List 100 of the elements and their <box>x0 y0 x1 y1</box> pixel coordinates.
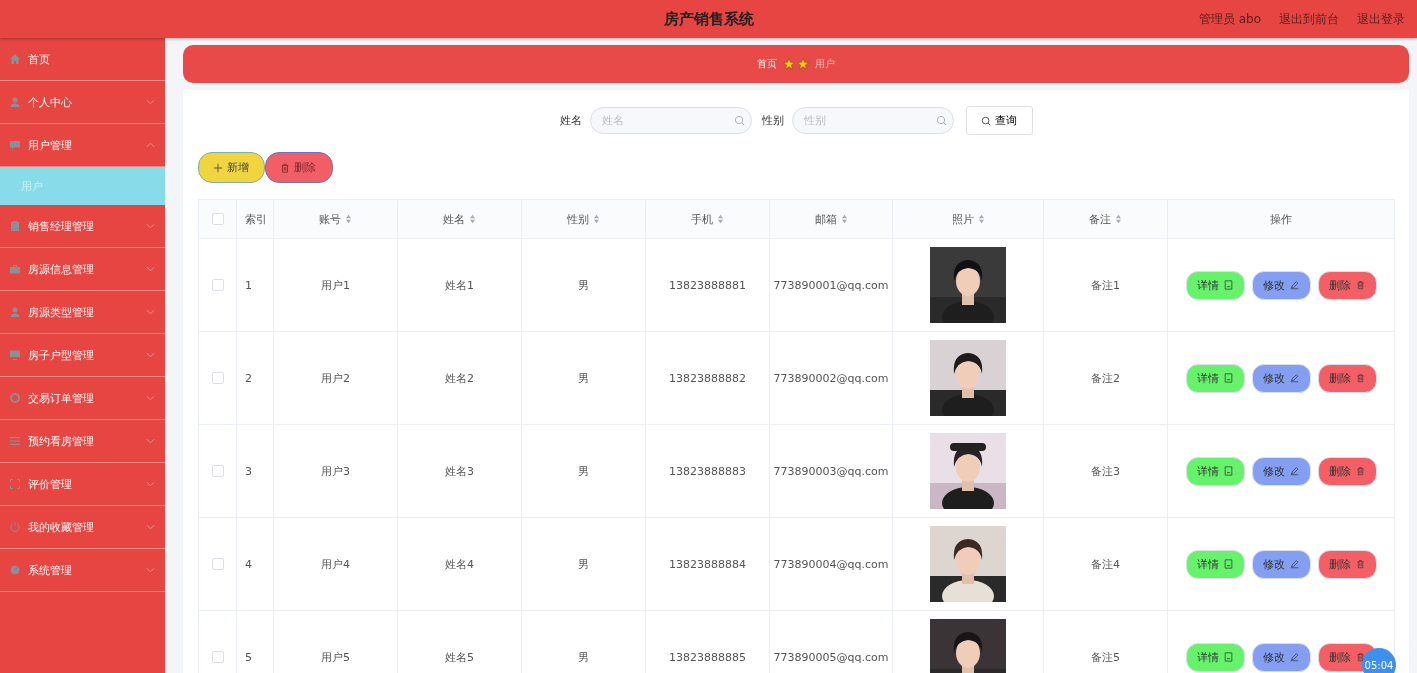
delete-button[interactable]: 删除 <box>1317 270 1377 300</box>
column-header[interactable]: 手机 <box>691 211 713 227</box>
detail-button[interactable]: 详情 <box>1185 456 1245 486</box>
pencil-icon <box>1290 466 1299 476</box>
sort-icon <box>469 214 476 224</box>
column-header[interactable]: 账号 <box>319 211 341 227</box>
sidebar-item[interactable]: 个人中心 <box>0 81 165 124</box>
table-cell: 773890003@qq.com <box>773 464 889 478</box>
column-header[interactable]: 姓名 <box>443 211 465 227</box>
clipboard-icon <box>9 220 21 232</box>
table-cell: 773890002@qq.com <box>773 371 889 385</box>
edit-button[interactable]: 修改 <box>1251 270 1311 300</box>
delete-button[interactable]: 删除 <box>1317 549 1377 579</box>
delete-button[interactable]: 删除 <box>1317 363 1377 393</box>
person-icon <box>9 306 21 318</box>
gauge-icon <box>9 564 21 576</box>
breadcrumb-item[interactable]: 首页 <box>757 57 777 71</box>
home-icon <box>9 53 21 65</box>
table-cell: 773890005@qq.com <box>773 650 889 664</box>
table-cell: 1 <box>245 278 252 292</box>
monitor-icon <box>9 349 21 361</box>
sidebar-item[interactable]: 首页 <box>0 38 165 81</box>
search-icon <box>935 115 947 126</box>
search-button[interactable]: 查询 <box>965 106 1033 135</box>
column-header[interactable]: 照片 <box>951 211 974 227</box>
search-icon <box>733 115 745 126</box>
table-cell: 3 <box>245 464 252 478</box>
row-checkbox[interactable] <box>211 372 224 384</box>
table-cell: 姓名2 <box>445 370 474 386</box>
delete-button[interactable]: 删除 <box>265 152 333 183</box>
select-all-checkbox[interactable] <box>211 213 224 225</box>
table-cell: 13823888882 <box>669 371 746 385</box>
row-checkbox[interactable] <box>211 558 224 570</box>
header-link[interactable]: 退出登录 <box>1357 10 1405 28</box>
sort-icon <box>1115 214 1122 224</box>
table-cell: 男 <box>578 556 589 572</box>
search-icon <box>981 115 991 126</box>
edit-button[interactable]: 修改 <box>1251 363 1311 393</box>
sidebar-item[interactable]: 我的收藏管理 <box>0 506 165 549</box>
table-cell: 13823888884 <box>669 557 746 571</box>
sidebar-item[interactable]: 评价管理 <box>0 463 165 506</box>
sidebar-item[interactable]: 销售经理管理 <box>0 205 165 248</box>
row-checkbox[interactable] <box>211 465 224 477</box>
admin-name: 管理员 abo <box>1198 10 1261 28</box>
table-cell: 姓名1 <box>445 277 474 293</box>
sidebar-item[interactable]: 交易订单管理 <box>0 377 165 420</box>
edit-button[interactable]: 修改 <box>1251 456 1311 486</box>
table-cell: 5 <box>245 650 252 664</box>
sidebar-item[interactable]: 房源类型管理 <box>0 291 165 334</box>
table-cell: 姓名4 <box>445 556 474 572</box>
pencil-icon <box>1290 280 1299 290</box>
document-icon <box>1224 280 1233 290</box>
table-cell: 备注2 <box>1091 370 1120 386</box>
table-cell: 13823888885 <box>669 650 746 664</box>
table-cell: 备注5 <box>1091 649 1120 665</box>
ring-icon <box>9 392 21 404</box>
table-cell: 773890004@qq.com <box>773 557 889 571</box>
delete-button[interactable]: 删除 <box>1317 456 1377 486</box>
stars-separator-icon <box>783 58 809 70</box>
detail-button[interactable]: 详情 <box>1185 270 1245 300</box>
document-icon <box>1224 466 1233 476</box>
sort-icon <box>593 214 600 224</box>
table-cell: 13823888881 <box>669 278 746 292</box>
person-icon <box>9 96 21 108</box>
trash-icon <box>1356 652 1365 662</box>
sidebar-item[interactable]: 房源信息管理 <box>0 248 165 291</box>
sidebar-item[interactable]: 系统管理 <box>0 549 165 592</box>
edit-button[interactable]: 修改 <box>1251 549 1311 579</box>
edit-button[interactable]: 修改 <box>1251 642 1311 672</box>
table-cell: 备注1 <box>1091 277 1120 293</box>
add-button[interactable]: 新增 <box>198 152 265 183</box>
table-cell: 用户5 <box>321 649 350 665</box>
table-cell: 姓名3 <box>445 463 474 479</box>
column-header[interactable]: 性别 <box>567 211 589 227</box>
detail-button[interactable]: 详情 <box>1185 363 1245 393</box>
search-field[interactable]: 姓名 <box>589 107 752 134</box>
header-link[interactable]: 退出到前台 <box>1279 10 1339 28</box>
table-cell: 男 <box>578 649 589 665</box>
pencil-icon <box>1290 652 1299 662</box>
table-cell: 用户4 <box>321 556 350 572</box>
detail-button[interactable]: 详情 <box>1185 642 1245 672</box>
table-cell: 男 <box>578 277 589 293</box>
table-cell: 备注3 <box>1091 463 1120 479</box>
sidebar-item[interactable]: 房子户型管理 <box>0 334 165 377</box>
sidebar-item[interactable]: 预约看房管理 <box>0 420 165 463</box>
table-cell: 男 <box>578 463 589 479</box>
trash-icon <box>1356 280 1365 290</box>
sort-icon <box>840 214 848 224</box>
breadcrumb-item: 用户 <box>815 57 835 71</box>
field-label: 性别 <box>761 113 784 128</box>
column-header: 索引 <box>245 211 267 227</box>
table-cell: 4 <box>245 557 252 571</box>
row-checkbox[interactable] <box>211 651 224 663</box>
field-label: 姓名 <box>559 113 582 128</box>
detail-button[interactable]: 详情 <box>1185 549 1245 579</box>
column-header[interactable]: 邮箱 <box>814 211 837 227</box>
table-cell: 13823888883 <box>669 464 746 478</box>
column-header[interactable]: 备注 <box>1089 211 1111 227</box>
table-cell: 用户3 <box>321 463 350 479</box>
row-checkbox[interactable] <box>211 279 224 291</box>
